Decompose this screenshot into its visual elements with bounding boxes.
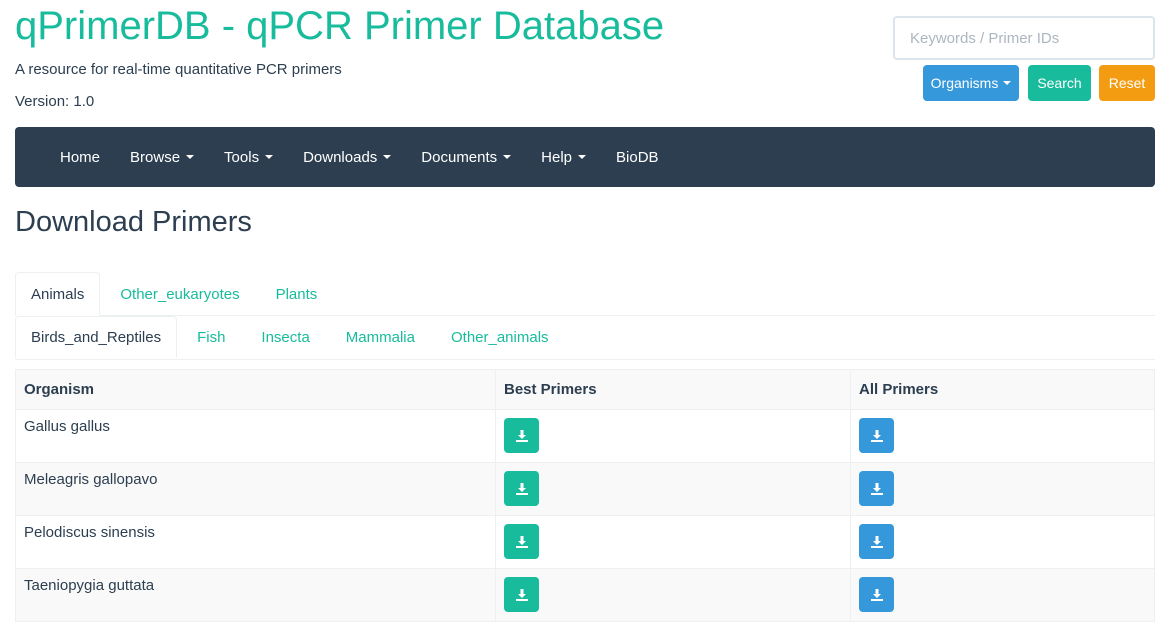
best-primers-cell (495, 409, 851, 463)
caret-down-icon (186, 155, 195, 159)
all-primers-cell (850, 462, 1155, 516)
tab-mammalia[interactable]: Mammalia (330, 316, 431, 358)
reset-button[interactable]: Reset (1099, 65, 1155, 101)
caret-down-icon (503, 155, 512, 159)
organisms-dropdown-button[interactable]: Organisms (923, 65, 1019, 101)
download-icon (870, 429, 883, 442)
nav-downloads[interactable]: Downloads (288, 127, 406, 187)
primers-table: Organism Best Primers All Primers Gallus… (15, 369, 1155, 622)
download-icon (870, 482, 883, 495)
site-subtitle: A resource for real-time quantitative PC… (15, 61, 342, 78)
tab-animals[interactable]: Animals (15, 272, 101, 316)
all-primers-cell (850, 515, 1155, 569)
download-best-primers-button[interactable] (504, 471, 539, 506)
tab-insecta[interactable]: Insecta (245, 316, 325, 358)
nav-help[interactable]: Help (526, 127, 601, 187)
nav-documents[interactable]: Documents (406, 127, 526, 187)
tab-other-animals[interactable]: Other_animals (435, 316, 565, 358)
table-row: Gallus gallus (15, 409, 1155, 463)
table-header-row: Organism Best Primers All Primers (15, 369, 1155, 410)
all-primers-cell (850, 568, 1155, 622)
organisms-button-label: Organisms (930, 75, 999, 91)
nav-label: Home (60, 148, 101, 166)
download-all-primers-button[interactable] (859, 471, 894, 506)
caret-down-icon (265, 155, 274, 159)
best-primers-cell (495, 462, 851, 516)
download-best-primers-button[interactable] (504, 577, 539, 612)
organism-cell: Pelodiscus sinensis (15, 515, 496, 569)
tab-fish[interactable]: Fish (181, 316, 241, 358)
site-version: Version: 1.0 (15, 93, 95, 110)
tab-plants[interactable]: Plants (260, 272, 334, 316)
organism-cell: Gallus gallus (15, 409, 496, 463)
download-all-primers-button[interactable] (859, 524, 894, 559)
nav-label: Downloads (303, 148, 378, 166)
caret-down-icon (578, 155, 587, 159)
download-icon (515, 482, 528, 495)
organism-cell: Taeniopygia guttata (15, 568, 496, 622)
download-best-primers-button[interactable] (504, 524, 539, 559)
nav-browse[interactable]: Browse (115, 127, 209, 187)
tab-birds-and-reptiles[interactable]: Birds_and_Reptiles (15, 316, 178, 358)
main-navbar: Home Browse Tools Downloads Documents He… (15, 127, 1155, 187)
site-title: qPrimerDB - qPCR Primer Database (15, 4, 665, 48)
download-icon (515, 588, 528, 601)
table-row: Meleagris gallopavo (15, 462, 1155, 516)
column-header-all-primers: All Primers (850, 369, 1155, 410)
tab-other-eukaryotes[interactable]: Other_eukaryotes (104, 272, 255, 316)
nav-tools[interactable]: Tools (209, 127, 288, 187)
nav-biodb[interactable]: BioDB (601, 127, 674, 187)
best-primers-cell (495, 515, 851, 569)
category-tabs: Animals Other_eukaryotes Plants (15, 272, 1155, 316)
search-button[interactable]: Search (1028, 65, 1091, 101)
organism-cell: Meleagris gallopavo (15, 462, 496, 516)
nav-label: Tools (224, 148, 260, 166)
table-row: Pelodiscus sinensis (15, 515, 1155, 569)
column-header-organism: Organism (15, 369, 496, 410)
download-icon (870, 588, 883, 601)
caret-down-icon (383, 155, 392, 159)
download-all-primers-button[interactable] (859, 418, 894, 453)
caret-down-icon (1003, 81, 1012, 85)
nav-home[interactable]: Home (45, 127, 115, 187)
subcategory-tabs: Birds_and_Reptiles Fish Insecta Mammalia… (15, 316, 1155, 360)
table-row: Taeniopygia guttata (15, 568, 1155, 622)
nav-label: Help (541, 148, 573, 166)
search-input[interactable] (893, 16, 1155, 60)
column-header-best-primers: Best Primers (495, 369, 851, 410)
download-icon (515, 535, 528, 548)
nav-label: Browse (130, 148, 181, 166)
nav-label: Documents (421, 148, 498, 166)
download-icon (515, 429, 528, 442)
download-icon (870, 535, 883, 548)
download-best-primers-button[interactable] (504, 418, 539, 453)
download-all-primers-button[interactable] (859, 577, 894, 612)
page-title: Download Primers (15, 206, 252, 238)
best-primers-cell (495, 568, 851, 622)
nav-label: BioDB (616, 148, 659, 166)
all-primers-cell (850, 409, 1155, 463)
